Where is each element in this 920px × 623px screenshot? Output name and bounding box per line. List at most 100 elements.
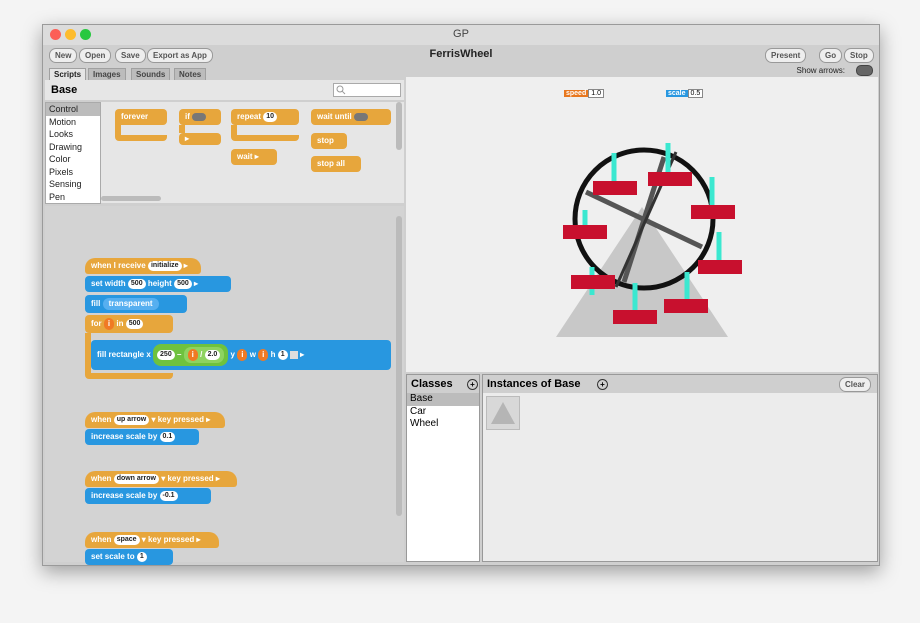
class-item-base[interactable]: Base: [407, 393, 479, 406]
window-title: GP: [453, 28, 469, 40]
category-looks[interactable]: Looks: [46, 128, 100, 141]
x-value-slot[interactable]: 250: [157, 349, 175, 360]
instances-title: Instances of Base: [487, 378, 581, 390]
instances-pane: Instances of Base + Clear: [482, 374, 878, 562]
stop-block[interactable]: stop: [311, 133, 347, 149]
color-slot[interactable]: transparent: [102, 298, 159, 310]
category-sensing[interactable]: Sensing: [46, 178, 100, 191]
message-slot[interactable]: initialize: [147, 260, 182, 271]
when-label: when: [91, 535, 112, 544]
class-item-wheel[interactable]: Wheel: [407, 418, 479, 431]
forever-block-arm: [115, 125, 121, 135]
increase-scale-block-down[interactable]: increase scale by -0.1: [85, 488, 211, 504]
key-dropdown[interactable]: down arrow: [113, 473, 159, 484]
scripts-scrollbar[interactable]: [396, 216, 402, 516]
scale-delta-slot[interactable]: 0.1: [159, 431, 176, 442]
forever-block[interactable]: forever: [115, 109, 167, 125]
set-size-block[interactable]: set width 500 height 500 ▸: [85, 276, 231, 292]
set-scale-block[interactable]: set scale to 1: [85, 549, 173, 565]
scale-value-slot[interactable]: 1: [136, 551, 147, 562]
triangle-thumbnail-icon: [491, 402, 515, 424]
stop-button[interactable]: Stop: [844, 48, 874, 63]
fill-block[interactable]: fill transparent: [85, 295, 187, 313]
when-key-pressed-hat-up[interactable]: when up arrow ▾ key pressed ▸: [85, 412, 225, 428]
clear-button[interactable]: Clear: [838, 377, 871, 392]
key-dropdown[interactable]: space: [113, 534, 140, 545]
block-search-input[interactable]: [333, 83, 401, 97]
stop-all-block[interactable]: stop all: [311, 156, 361, 172]
key-dropdown[interactable]: up arrow: [113, 414, 150, 425]
for-loop-foot: [85, 373, 173, 379]
when-i-receive-hat-block[interactable]: when I receive initialize ▸: [85, 258, 201, 274]
title-bar: GP: [43, 25, 879, 46]
palette-header: Base: [45, 80, 404, 100]
increase-scale-label: increase scale by: [91, 432, 158, 441]
category-color[interactable]: Color: [46, 153, 100, 166]
go-button[interactable]: Go: [819, 48, 843, 63]
repeat-block-arm: [231, 125, 237, 135]
for-label: for: [91, 319, 102, 328]
when-key-pressed-hat-down[interactable]: when down arrow ▾ key pressed ▸: [85, 471, 237, 487]
app-window: GP New Open Save Export as App FerrisWhe…: [42, 24, 880, 566]
color-swatch-icon[interactable]: [289, 350, 298, 359]
ferris-wheel-drawing: [556, 143, 742, 337]
wait-block[interactable]: wait ▸: [231, 149, 277, 165]
w-variable[interactable]: i: [258, 348, 269, 361]
wait-until-label: wait until: [317, 112, 352, 121]
divide-reporter[interactable]: i / 2.0: [183, 346, 225, 363]
present-button[interactable]: Present: [765, 48, 807, 63]
add-instance-icon[interactable]: +: [597, 379, 608, 390]
forever-label: forever: [121, 112, 149, 121]
fill-rectangle-block[interactable]: fill rectangle x 250 – i / 2.0 y i w i h…: [91, 340, 391, 370]
classes-header: Classes +: [407, 375, 479, 393]
instance-thumbnail[interactable]: [486, 396, 520, 430]
category-list: Control Motion Looks Drawing Color Pixel…: [45, 102, 101, 204]
h-slot[interactable]: 1: [277, 349, 288, 360]
palette-scrollbar[interactable]: [101, 196, 161, 201]
wait-until-block[interactable]: wait until: [311, 109, 391, 125]
divide-variable[interactable]: i: [187, 348, 198, 361]
class-item-car[interactable]: Car: [407, 406, 479, 419]
y-variable[interactable]: i: [237, 348, 248, 361]
divisor-slot[interactable]: 2.0: [204, 349, 221, 360]
in-slot[interactable]: 500: [125, 318, 144, 329]
increase-scale-block-up[interactable]: increase scale by 0.1: [85, 429, 199, 445]
key-pressed-label: key pressed: [167, 474, 214, 483]
w-label: w: [249, 350, 256, 359]
if-block[interactable]: if: [179, 109, 221, 125]
scale-delta-slot[interactable]: -0.1: [159, 490, 178, 501]
scripts-area[interactable]: when I receive initialize ▸ set width 50…: [45, 206, 404, 565]
when-key-pressed-hat-space[interactable]: when space ▾ key pressed ▸: [85, 532, 219, 548]
search-icon: [336, 85, 346, 95]
for-loop-block[interactable]: for i in 500: [85, 315, 173, 333]
repeat-count-slot[interactable]: 10: [263, 111, 278, 122]
add-class-icon[interactable]: +: [467, 379, 478, 390]
subtract-reporter[interactable]: 250 – i / 2.0: [153, 343, 229, 366]
category-pixels[interactable]: Pixels: [46, 166, 100, 179]
if-else-block[interactable]: ▸: [179, 133, 221, 145]
divide-operator: /: [200, 349, 203, 359]
tab-scripts[interactable]: Scripts: [49, 68, 87, 80]
stage[interactable]: speed 1.0 scale 0.5: [406, 77, 878, 372]
show-arrows-toggle[interactable]: [856, 65, 873, 76]
tab-notes[interactable]: Notes: [174, 68, 207, 80]
category-control[interactable]: Control: [46, 103, 100, 116]
width-slot[interactable]: 500: [127, 278, 146, 289]
repeat-block-foot: [231, 135, 299, 141]
show-arrows-label: Show arrows:: [796, 66, 845, 75]
tab-images[interactable]: Images: [88, 68, 126, 80]
height-slot[interactable]: 500: [174, 278, 192, 289]
height-label: height: [147, 279, 172, 288]
category-pen[interactable]: Pen: [46, 191, 100, 204]
minus-operator: –: [176, 349, 182, 359]
repeat-block[interactable]: repeat 10: [231, 109, 299, 125]
category-motion[interactable]: Motion: [46, 116, 100, 129]
loop-variable[interactable]: i: [103, 317, 115, 330]
repeat-label: repeat: [237, 112, 262, 121]
when-i-receive-label: when I receive: [91, 261, 146, 270]
tab-sounds[interactable]: Sounds: [131, 68, 171, 80]
category-scrollbar[interactable]: [396, 102, 402, 150]
set-width-label: set width: [91, 279, 126, 288]
category-drawing[interactable]: Drawing: [46, 141, 100, 154]
if-block-arm: [179, 125, 185, 133]
